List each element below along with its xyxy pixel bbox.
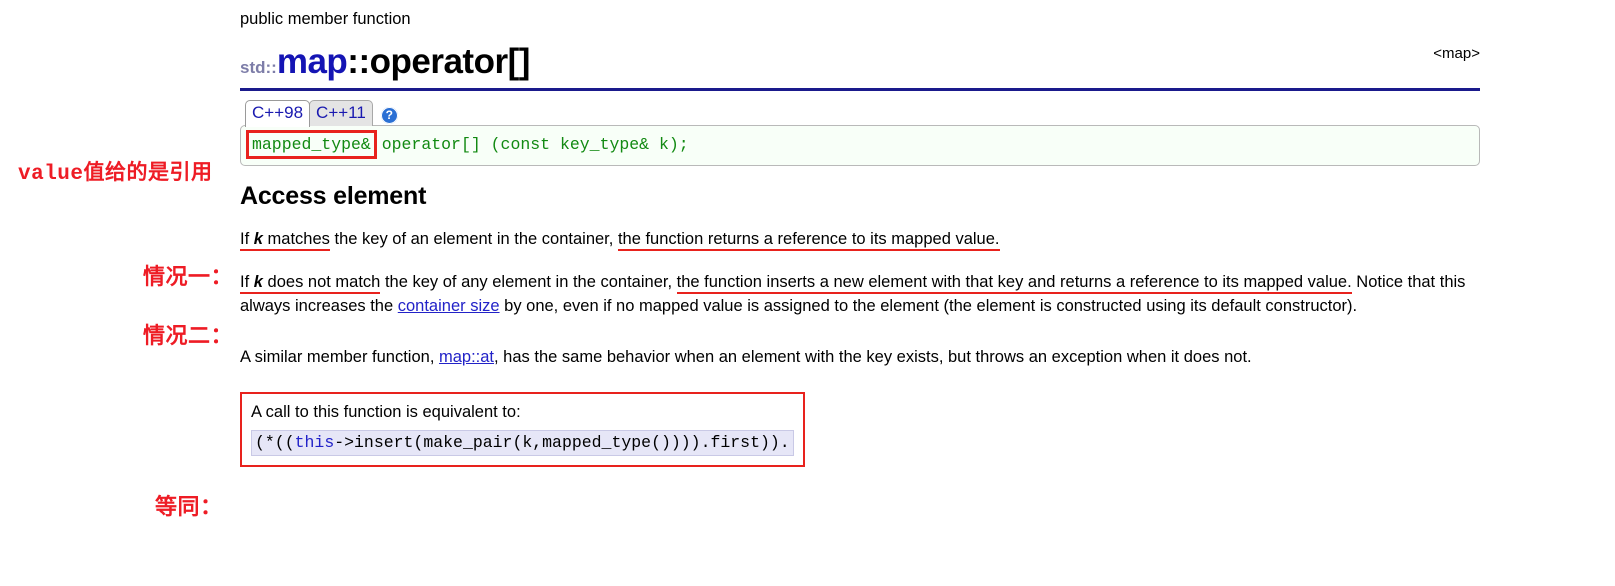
- case-one-if: If: [240, 230, 254, 249]
- annotation-value-reference: value值给的是引用: [18, 163, 213, 186]
- title-member: ::operator[]: [347, 41, 530, 81]
- equivalent-call-region: A call to this function is equivalent to…: [240, 392, 805, 467]
- similar-suffix: , has the same behavior when an element …: [494, 348, 1252, 367]
- case-two-if: If: [240, 273, 254, 292]
- case-two-does-not-match: does not match: [262, 273, 381, 292]
- info-help-icon[interactable]: ?: [380, 106, 398, 124]
- equivalent-code-block: (*((this->insert(make_pair(k,mapped_type…: [251, 429, 794, 456]
- title-namespace: std::: [240, 57, 277, 77]
- signature-return-type-highlight: mapped_type&: [246, 129, 377, 159]
- tab-cpp98[interactable]: C++98: [245, 100, 311, 127]
- paragraph-case-two: If k does not match the key of any eleme…: [240, 270, 1480, 318]
- page-kicker: public member function: [240, 10, 411, 28]
- annotation-case-one: 情况一：: [143, 264, 234, 289]
- equivalent-lead-text: A call to this function is equivalent to…: [251, 403, 521, 422]
- case-two-plain-a: the key of any element in the container,: [380, 273, 677, 292]
- annotation-case-two: 情况二：: [143, 323, 234, 348]
- paragraph-case-one: If k matches the key of an element in th…: [240, 227, 1480, 252]
- signature-remainder: operator[] (const key_type& k);: [371, 134, 689, 154]
- content-column: public member function <map> std::map::o…: [240, 0, 1480, 467]
- equivalent-code-keyword: this: [294, 432, 335, 452]
- case-one-k-variable: k: [253, 230, 263, 249]
- title-class: map: [276, 41, 348, 81]
- paragraph-similar-function: A similar member function, map::at, has …: [240, 345, 1480, 369]
- case-two-underline-tail: the function inserts a new element with …: [676, 273, 1352, 295]
- case-one-matches: matches: [262, 230, 330, 249]
- include-header-label: <map>: [1433, 45, 1480, 62]
- title-divider: [240, 87, 1480, 91]
- case-one-underline-lead: If k matches: [240, 230, 330, 252]
- version-tab-bar: C++98 C++11 ?: [245, 100, 1480, 127]
- case-two-underline-lead: If k does not match: [240, 273, 381, 295]
- case-two-plain-c: by one, even if no mapped value is assig…: [499, 297, 1358, 316]
- section-heading: Access element: [240, 182, 427, 211]
- link-map-at[interactable]: map::at: [439, 348, 494, 366]
- annotation-equivalent: 等同：: [155, 494, 223, 519]
- function-signature: mapped_type& operator[] (const key_type&…: [246, 129, 1469, 159]
- similar-prefix: A similar member function,: [240, 348, 439, 367]
- case-one-plain: the key of an element in the container,: [329, 230, 618, 249]
- page-root: value值给的是引用 情况一： 情况二： 等同： public member …: [0, 0, 1615, 586]
- signature-panel: mapped_type& operator[] (const key_type&…: [240, 124, 1480, 167]
- equivalent-code-pre: (*((: [255, 432, 295, 452]
- equivalent-code-post: ->insert(make_pair(k,mapped_type()))).fi…: [334, 432, 790, 452]
- page-title: std::map::operator[]: [240, 44, 1480, 79]
- case-one-underline-tail: the function returns a reference to its …: [617, 230, 1000, 252]
- case-two-k-variable: k: [253, 273, 263, 292]
- tab-cpp11[interactable]: C++11: [309, 100, 373, 126]
- equivalent-call-box: A call to this function is equivalent to…: [240, 392, 805, 467]
- link-container-size[interactable]: container size: [398, 297, 500, 315]
